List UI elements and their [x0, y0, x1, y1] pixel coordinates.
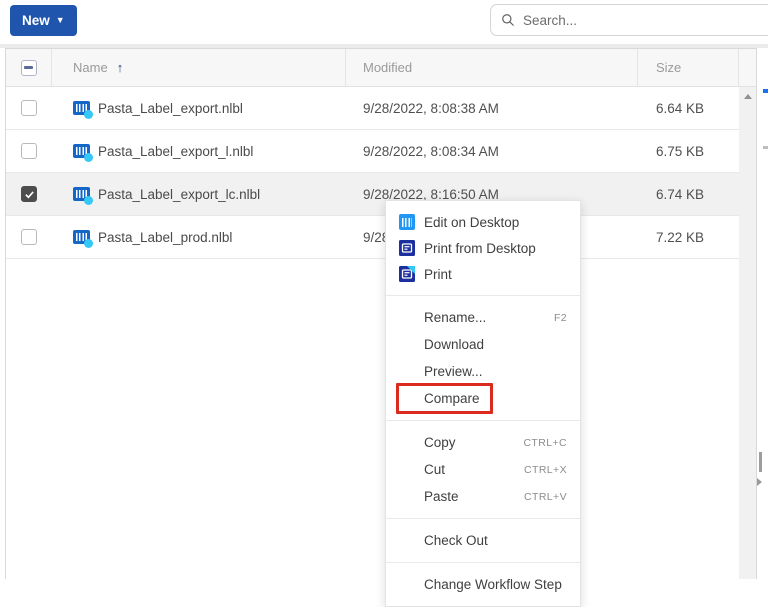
- new-button[interactable]: New ▼: [10, 5, 77, 36]
- file-size: 6.74 KB: [638, 173, 738, 215]
- shortcut-label: F2: [554, 312, 567, 324]
- menu-divider: [386, 295, 580, 296]
- table-row[interactable]: Pasta_Label_prod.nlbl 9/28 7.22 KB: [6, 216, 739, 259]
- list-scrollbar-track[interactable]: [739, 87, 756, 579]
- shortcut-label: CTRL+X: [524, 464, 567, 476]
- toolbar: New ▼: [0, 0, 768, 44]
- label-file-icon: [73, 230, 90, 245]
- menu-item-check-out[interactable]: Check Out: [386, 527, 580, 554]
- barcode-label-icon: [399, 214, 415, 230]
- file-name: Pasta_Label_prod.nlbl: [98, 230, 232, 245]
- row-checkbox[interactable]: [21, 100, 37, 116]
- select-all-cell: [6, 49, 52, 86]
- file-name: Pasta_Label_export_l.nlbl: [98, 144, 253, 159]
- chevron-down-icon: ▼: [56, 16, 65, 25]
- menu-divider: [386, 420, 580, 421]
- sort-ascending-icon: ↑: [117, 60, 124, 75]
- menu-item-edit-on-desktop[interactable]: Edit on Desktop: [386, 209, 580, 235]
- file-name: Pasta_Label_export_lc.nlbl: [98, 187, 260, 202]
- table-row[interactable]: Pasta_Label_export_l.nlbl 9/28/2022, 8:0…: [6, 130, 739, 173]
- file-size: 6.75 KB: [638, 130, 738, 172]
- label-file-icon: [73, 144, 90, 159]
- search-input[interactable]: [523, 13, 768, 28]
- browser-scrollbar-marker: [763, 89, 768, 93]
- browser-scrollbar-thumb[interactable]: [759, 452, 762, 472]
- context-menu: Edit on Desktop Print from Desktop Print: [385, 200, 581, 607]
- checkmark-icon: [24, 189, 35, 200]
- menu-item-rename[interactable]: Rename... F2: [386, 304, 580, 331]
- menu-item-compare[interactable]: Compare: [386, 385, 580, 412]
- table-row[interactable]: Pasta_Label_export.nlbl 9/28/2022, 8:08:…: [6, 87, 739, 130]
- search-icon: [501, 13, 515, 27]
- file-size: 7.22 KB: [638, 216, 738, 258]
- menu-item-cut[interactable]: Cut CTRL+X: [386, 456, 580, 483]
- column-header-size[interactable]: Size: [638, 49, 739, 86]
- table-row-selected[interactable]: Pasta_Label_export_lc.nlbl 9/28/2022, 8:…: [6, 173, 739, 216]
- label-file-icon: [73, 101, 90, 116]
- scroll-right-arrow-icon[interactable]: [757, 478, 762, 486]
- row-checkbox-checked[interactable]: [21, 186, 37, 202]
- file-modified: 9/28/2022, 8:08:34 AM: [346, 130, 638, 172]
- printer-document-icon: [399, 240, 415, 256]
- menu-item-paste[interactable]: Paste CTRL+V: [386, 483, 580, 510]
- menu-item-download[interactable]: Download: [386, 331, 580, 358]
- column-header-spacer: [739, 49, 756, 86]
- label-file-icon: [73, 187, 90, 202]
- row-checkbox[interactable]: [21, 143, 37, 159]
- scroll-up-button[interactable]: [739, 87, 756, 105]
- column-header-name[interactable]: Name ↑: [52, 49, 346, 86]
- menu-item-print-from-desktop[interactable]: Print from Desktop: [386, 235, 580, 261]
- file-modified: 9/28/2022, 8:08:38 AM: [346, 87, 638, 129]
- table-header-row: Name ↑ Modified Size: [6, 49, 756, 87]
- menu-divider: [386, 562, 580, 563]
- file-name: Pasta_Label_export.nlbl: [98, 101, 243, 116]
- shortcut-label: CTRL+C: [523, 437, 567, 449]
- select-all-checkbox[interactable]: [21, 60, 37, 76]
- triangle-up-icon: [744, 94, 752, 99]
- browser-scrollbar-marker: [763, 146, 768, 149]
- file-size: 6.64 KB: [638, 87, 738, 129]
- shortcut-label: CTRL+V: [524, 491, 567, 503]
- menu-item-print[interactable]: Print: [386, 261, 580, 287]
- indeterminate-icon: [24, 66, 33, 69]
- printer-document-fold-icon: [399, 266, 415, 282]
- menu-item-change-workflow-step[interactable]: Change Workflow Step: [386, 571, 580, 598]
- file-table: Name ↑ Modified Size Pasta_Label_export.…: [5, 48, 757, 579]
- menu-item-copy[interactable]: Copy CTRL+C: [386, 429, 580, 456]
- search-box[interactable]: [490, 4, 768, 36]
- column-header-modified[interactable]: Modified: [346, 49, 638, 86]
- new-button-label: New: [22, 13, 50, 28]
- row-checkbox[interactable]: [21, 229, 37, 245]
- menu-divider: [386, 518, 580, 519]
- menu-item-preview[interactable]: Preview...: [386, 358, 580, 385]
